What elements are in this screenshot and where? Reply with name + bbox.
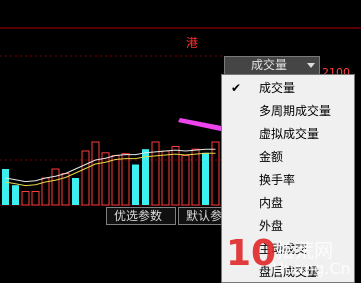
menu-item-label: 多周期成交量 [259,104,332,118]
menu-item-volume[interactable]: ✔ 成交量 [222,77,354,99]
ma-line-white [5,148,216,183]
volume-bar [121,153,130,206]
volume-bar [211,141,220,206]
volume-bar [101,152,110,206]
volume-type-dropdown[interactable]: 成交量 [224,56,320,75]
menu-item-label: 成交量 [259,81,296,95]
menu-item-multi-period-volume[interactable]: 多周期成交量 [222,100,354,122]
menu-item-inner-volume[interactable]: 内盘 [222,192,354,214]
watermark-number: 10 [226,234,277,274]
watermark-url: Huang.Cn [272,259,351,278]
volume-bar [181,155,190,206]
volume-bar [51,168,60,206]
volume-bar [161,150,170,206]
volume-bar [202,152,209,205]
volume-bar [111,155,120,206]
optimize-params-label: 优选参数 [114,209,163,223]
volume-bar [31,191,40,206]
default-params-label: 默认参 [186,209,223,223]
volume-bar [171,146,180,206]
default-params-button[interactable]: 默认参 [178,207,222,225]
menu-item-label: 换手率 [259,173,296,187]
menu-item-amount[interactable]: 金额 [222,146,354,168]
volume-bar [91,141,100,206]
menu-item-turnover-rate[interactable]: 换手率 [222,169,354,191]
volume-bar [132,164,139,205]
menu-item-label: 外盘 [259,219,284,233]
check-icon: ✔ [231,81,242,95]
menu-item-label: 虚拟成交量 [259,127,320,141]
volume-bar [191,148,200,206]
market-label: 港 [186,36,199,50]
volume-bars [2,141,220,206]
menu-item-label: 内盘 [259,196,284,210]
optimize-params-button[interactable]: 优选参数 [106,207,176,225]
volume-type-selected: 成交量 [251,58,288,72]
volume-bar [81,150,90,206]
chevron-down-icon [307,63,315,68]
volume-bar [2,169,9,205]
volume-bar [21,191,30,206]
menu-item-label: 金额 [259,150,284,164]
volume-bar [72,178,79,205]
menu-item-virtual-volume[interactable]: 虚拟成交量 [222,123,354,145]
watermark-logo: 10 拾荒网 Huang.Cn [226,234,361,283]
volume-bar [12,185,19,205]
